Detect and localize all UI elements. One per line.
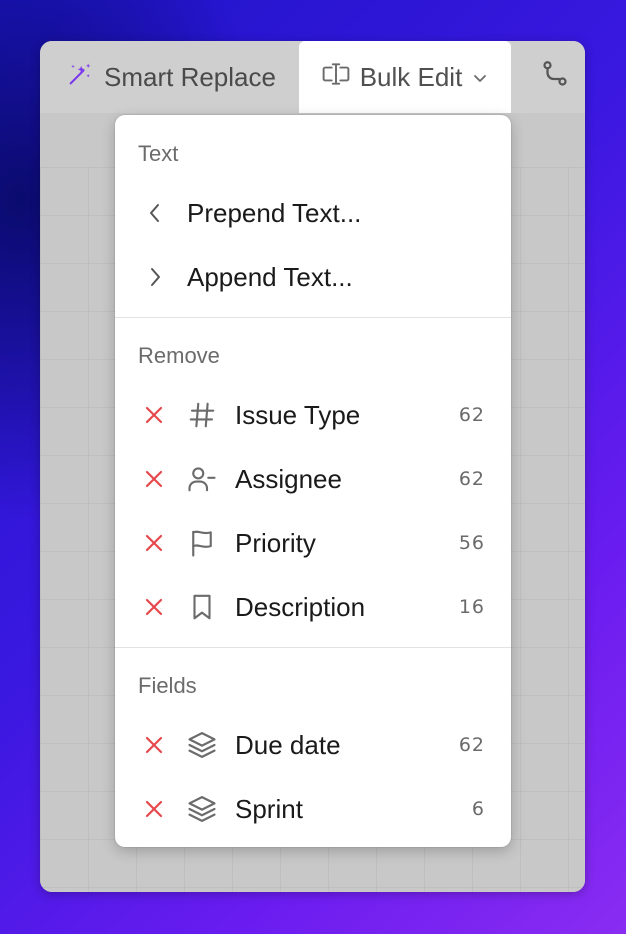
menu-item-remove-description[interactable]: Description 16: [115, 581, 511, 633]
menu-item-remove-assignee[interactable]: Assignee 62: [115, 453, 511, 505]
remove-x-icon: [144, 469, 164, 489]
menu-item-label: Due date: [235, 729, 341, 760]
chevron-left-icon: [147, 202, 163, 224]
menu-item-label: Sprint: [235, 793, 303, 824]
remove-x-icon: [144, 533, 164, 553]
menu-item-label: Priority: [235, 527, 316, 558]
layers-icon: [187, 794, 217, 824]
menu-item-append-text[interactable]: Append Text...: [115, 251, 511, 303]
remove-x-icon: [144, 405, 164, 425]
menu-item-label: Description: [235, 591, 366, 622]
chevron-down-icon: [472, 62, 488, 93]
hash-icon: [187, 400, 217, 430]
menu-item-remove-sprint[interactable]: Sprint 6: [115, 783, 511, 835]
section-title-fields: Fields: [138, 673, 197, 698]
divider: [115, 317, 511, 318]
menu-item-remove-issue-type[interactable]: Issue Type 62: [115, 389, 511, 441]
section-title-remove: Remove: [138, 343, 220, 368]
user-minus-icon: [187, 464, 217, 494]
menu-item-remove-priority[interactable]: Priority 56: [115, 517, 511, 569]
menu-item-label: Prepend Text...: [187, 197, 362, 228]
bulk-edit-label: Bulk Edit: [359, 61, 463, 92]
count-badge: 62: [458, 404, 485, 426]
chevron-right-icon: [147, 266, 163, 288]
bookmark-icon: [187, 592, 217, 622]
section-title-text: Text: [138, 141, 179, 166]
remove-x-icon: [144, 735, 164, 755]
menu-item-prepend-text[interactable]: Prepend Text...: [115, 187, 511, 239]
bulk-edit-dropdown-menu: Text Prepend Text... Append Text... Remo…: [115, 115, 511, 847]
magic-wand-icon: [66, 60, 94, 95]
bulk-edit-button[interactable]: Bulk Edit: [299, 41, 511, 113]
menu-item-label: Assignee: [235, 463, 342, 494]
toolbar: Smart Replace Bulk Edit: [40, 41, 585, 113]
menu-item-label: Append Text...: [187, 261, 353, 292]
menu-item-label: Issue Type: [235, 399, 361, 430]
remove-x-icon: [144, 597, 164, 617]
smart-replace-button[interactable]: Smart Replace: [66, 41, 276, 113]
count-badge: 62: [458, 734, 485, 756]
git-branch-icon: [540, 59, 570, 96]
text-cursor-box-icon: [322, 61, 350, 94]
layers-icon: [187, 730, 217, 760]
menu-item-remove-due-date[interactable]: Due date 62: [115, 719, 511, 771]
remove-x-icon: [144, 799, 164, 819]
count-badge: 16: [458, 596, 485, 618]
branch-button[interactable]: [540, 41, 570, 113]
count-badge: 62: [458, 468, 485, 490]
count-badge: 56: [458, 532, 485, 554]
smart-replace-label: Smart Replace: [104, 61, 276, 92]
divider: [115, 647, 511, 648]
flag-icon: [187, 528, 217, 558]
count-badge: 6: [471, 798, 485, 820]
